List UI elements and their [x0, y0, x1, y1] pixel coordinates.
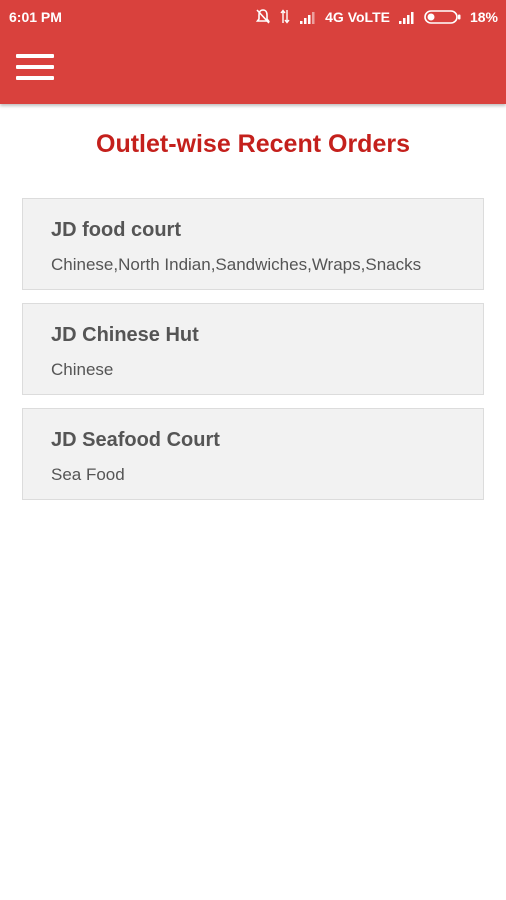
- signal-icon: [299, 9, 317, 25]
- status-time: 6:01 PM: [9, 9, 62, 25]
- outlet-card[interactable]: JD food court Chinese,North Indian,Sandw…: [22, 198, 484, 290]
- status-network: 4G VoLTE: [325, 8, 390, 25]
- page-title: Outlet-wise Recent Orders: [96, 130, 410, 158]
- outlet-cuisine: Chinese: [51, 360, 114, 379]
- status-icons: 4G VoLTE 18%: [255, 8, 498, 25]
- outlet-name: JD Chinese Hut: [51, 324, 199, 346]
- outlet-name: JD food court: [51, 219, 181, 241]
- mute-icon: [255, 8, 271, 25]
- outlet-cuisine: Chinese,North Indian,Sandwiches,Wraps,Sn…: [51, 255, 422, 274]
- outlet-name: JD Seafood Court: [51, 429, 220, 451]
- outlet-list: JD food court Chinese,North Indian,Sandw…: [22, 198, 486, 513]
- app-header: 6:01 PM 4G VoLTE 18%: [0, 0, 506, 104]
- outlet-cuisine: Sea Food: [51, 465, 125, 484]
- hamburger-menu-icon[interactable]: [14, 50, 58, 86]
- battery-percent: 18%: [469, 8, 498, 25]
- outlet-card[interactable]: JD Chinese Hut Chinese: [22, 303, 484, 395]
- status-bar: 6:01 PM 4G VoLTE 18%: [0, 0, 506, 36]
- app-screen: 6:01 PM 4G VoLTE 18% Outlet-wise Recent …: [0, 0, 506, 900]
- outlet-card[interactable]: JD Seafood Court Sea Food: [22, 408, 484, 500]
- signal-icon: [398, 9, 416, 25]
- data-arrows-icon: [279, 8, 291, 25]
- battery-icon: [424, 9, 462, 25]
